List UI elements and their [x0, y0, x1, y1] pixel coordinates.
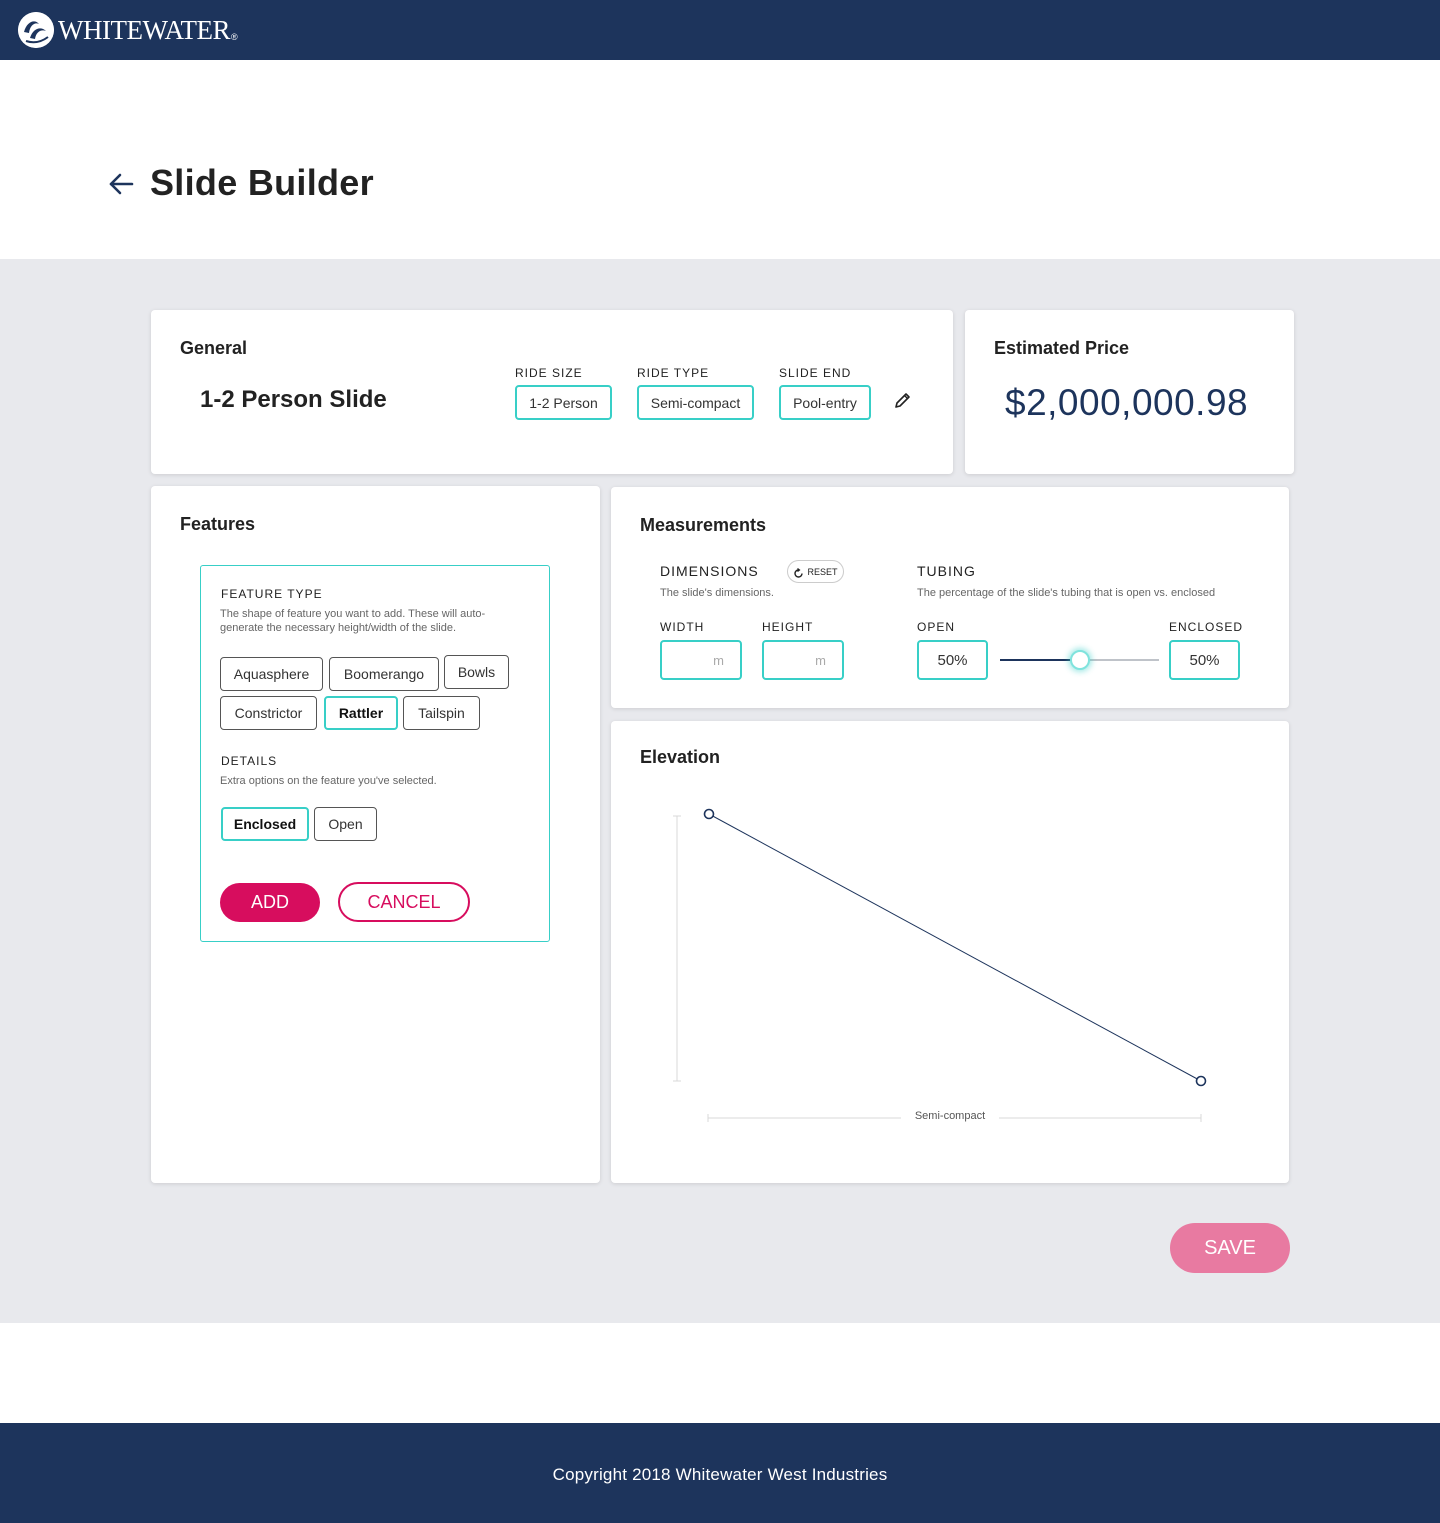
open-percent-value: 50% — [937, 651, 968, 669]
feature-option-constrictor[interactable]: Constrictor — [220, 696, 317, 730]
dimensions-description: The slide's dimensions. — [660, 587, 774, 599]
slider-fill — [1000, 659, 1080, 661]
tubing-label: TUBING — [917, 563, 976, 579]
feature-option-boomerango[interactable]: Boomerango — [329, 657, 439, 691]
width-input[interactable] — [662, 642, 740, 678]
ride-type-label: RIDE TYPE — [637, 366, 710, 380]
ride-size-chip[interactable]: 1-2 Person — [515, 385, 612, 420]
measurements-title: Measurements — [640, 515, 767, 535]
edit-pencil-icon[interactable] — [893, 390, 913, 410]
save-button[interactable]: SAVE — [1170, 1223, 1290, 1273]
feature-option-aquasphere[interactable]: Aquasphere — [220, 657, 323, 691]
reset-button[interactable]: RESET — [787, 560, 844, 583]
feature-option-bowls[interactable]: Bowls — [444, 655, 509, 689]
detail-option-open[interactable]: Open — [314, 807, 377, 841]
features-card: Features FEATURE TYPE The shape of featu… — [151, 486, 600, 1183]
reset-label: RESET — [807, 566, 838, 577]
open-label: OPEN — [917, 620, 956, 634]
slide-end-label: SLIDE END — [779, 366, 852, 380]
width-unit: m — [713, 653, 724, 668]
elevation-x-axis-label: Semi-compact — [914, 1110, 986, 1122]
details-label: DETAILS — [221, 754, 278, 768]
brand-name: WHITEWATER — [58, 14, 230, 45]
features-title: Features — [180, 514, 256, 534]
estimated-price-title: Estimated Price — [994, 338, 1130, 358]
elevation-start-point[interactable] — [703, 808, 715, 820]
feature-option-rattler[interactable]: Rattler — [324, 696, 398, 730]
elevation-card: Elevation Semi-compact — [611, 721, 1289, 1183]
estimated-price-value: $2,000,000.98 — [1005, 382, 1249, 423]
elevation-slope-line — [708, 813, 1202, 1082]
wave-logo-icon — [18, 12, 54, 48]
feature-type-description-line-1: The shape of feature you want to add. Th… — [220, 608, 486, 620]
reset-icon — [793, 566, 804, 578]
elevation-end-point[interactable] — [1195, 1075, 1207, 1087]
measurements-card: Measurements DIMENSIONS RESET The slide'… — [611, 487, 1289, 708]
width-field[interactable]: m — [660, 640, 742, 680]
ride-type-chip[interactable]: Semi-compact — [637, 385, 754, 420]
estimated-price-card: Estimated Price $2,000,000.98 — [965, 310, 1294, 474]
enclosed-percent-field[interactable]: 50% — [1169, 640, 1240, 680]
details-description: Extra options on the feature you've sele… — [220, 775, 437, 787]
feature-type-description-line-2: generate the necessary height/width of t… — [220, 622, 457, 634]
detail-option-enclosed[interactable]: Enclosed — [221, 807, 309, 841]
ride-size-label: RIDE SIZE — [515, 366, 583, 380]
height-input[interactable] — [764, 642, 842, 678]
height-field[interactable]: m — [762, 640, 844, 680]
copyright-text: Copyright 2018 Whitewater West Industrie… — [552, 1465, 888, 1484]
slide-name: 1-2 Person Slide — [200, 386, 387, 413]
back-arrow-icon[interactable] — [108, 172, 136, 196]
add-feature-button[interactable]: ADD — [220, 883, 320, 922]
height-unit: m — [815, 653, 826, 668]
general-title: General — [180, 338, 248, 358]
enclosed-percent-value: 50% — [1189, 651, 1220, 669]
page-header — [0, 60, 1440, 259]
feature-editor-panel: FEATURE TYPE The shape of feature you wa… — [200, 565, 550, 942]
slide-end-chip[interactable]: Pool-entry — [779, 385, 871, 420]
whitewater-logo[interactable]: WHITEWATER ® — [18, 12, 238, 48]
slider-thumb[interactable] — [1070, 650, 1090, 670]
dimensions-label: DIMENSIONS — [660, 563, 759, 579]
feature-type-label: FEATURE TYPE — [221, 587, 323, 601]
brand-registered-mark: ® — [230, 32, 238, 42]
enclosed-label: ENCLOSED — [1169, 620, 1244, 634]
elevation-y-axis — [673, 815, 681, 1082]
open-percent-field[interactable]: 50% — [917, 640, 988, 680]
height-label: HEIGHT — [762, 620, 814, 634]
feature-option-tailspin[interactable]: Tailspin — [403, 696, 480, 730]
cancel-feature-button[interactable]: CANCEL — [338, 882, 470, 922]
page-footer: Copyright 2018 Whitewater West Industrie… — [0, 1423, 1440, 1523]
general-card: General 1-2 Person Slide RIDE SIZE 1-2 P… — [151, 310, 953, 474]
tubing-slider[interactable] — [1000, 648, 1159, 672]
width-label: WIDTH — [660, 620, 705, 634]
top-nav-bar: WHITEWATER ® — [0, 0, 1440, 60]
tubing-description: The percentage of the slide's tubing tha… — [917, 587, 1216, 599]
page-title: Slide Builder — [150, 162, 374, 203]
